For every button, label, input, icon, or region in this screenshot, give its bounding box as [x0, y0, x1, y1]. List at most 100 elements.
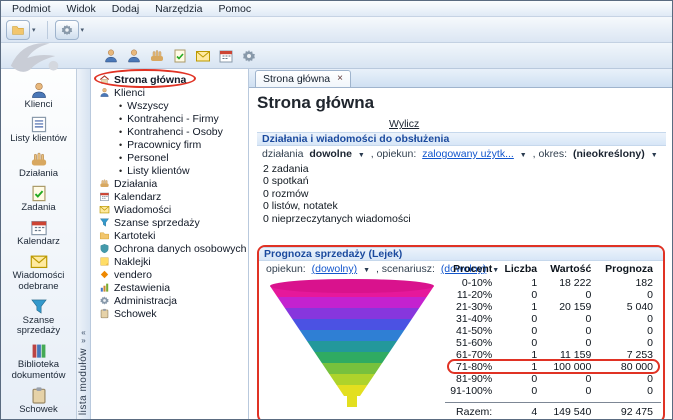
cell: 11 159 [559, 349, 592, 361]
module-label: Szanse sprzedaży [16, 314, 61, 336]
cell: 41-50% [456, 325, 493, 337]
forecast-table-container: Procent Liczba Wartość Prognoza 0-10% 1 18 22… [445, 261, 661, 419]
tree-item-label: Kontrahenci - Firmy [127, 112, 219, 125]
module-listy-klientow[interactable]: Listy klientów [1, 115, 76, 144]
toolbar-secondary [1, 43, 672, 69]
menu-item-dodaj[interactable]: Dodaj [104, 2, 147, 16]
chevron-down-icon[interactable]: ▾ [32, 26, 36, 34]
expand-panel-icon[interactable]: » [77, 337, 90, 345]
tree-item-strona-glowna[interactable]: Strona główna [91, 73, 248, 86]
activities-section-header: Działania i wiadomości do obsłużenia [257, 132, 666, 146]
total-wartosc: 149 540 [545, 402, 600, 419]
menu-item-podmiot[interactable]: Podmiot [4, 2, 59, 16]
menu-item-widok[interactable]: Widok [59, 2, 104, 16]
tree-item-listy-klientow[interactable]: • Listy klientów [91, 164, 248, 177]
total-row: Razem: 4 149 540 92 475 [445, 402, 661, 419]
calendar-icon [99, 191, 110, 202]
main-body: Klienci Listy klientów Działania Zadania Kal… [1, 69, 672, 419]
forecast-section-annotated: Prognoza sprzedaży (Lejek) opiekun: (dow… [257, 245, 665, 419]
tree-item-label: Kalendarz [114, 190, 162, 203]
settings-icon[interactable] [241, 48, 257, 64]
tree-item-szanse-sprzedazy[interactable]: Szanse sprzedaży [91, 216, 248, 229]
forecast-table-body: 0-10% 1 18 222 182 11-20% 0 0 0 21-30% 1 20 159 5 0… [445, 277, 661, 403]
new-activity-icon[interactable] [149, 48, 165, 64]
close-icon[interactable]: × [337, 74, 343, 84]
chevron-down-icon[interactable]: ▼ [520, 152, 527, 159]
module-dzialania[interactable]: Działania [1, 150, 76, 179]
activity-type-filter[interactable]: dowolne [309, 148, 352, 160]
chart-icon [99, 282, 110, 293]
new-task-icon[interactable] [172, 48, 188, 64]
chevron-down-icon[interactable]: ▼ [363, 267, 370, 274]
cell: 0 [531, 337, 538, 349]
module-zadania[interactable]: Zadania [1, 184, 76, 213]
module-szanse-sprzedazy[interactable]: Szanse sprzedaży [1, 297, 76, 337]
module-bar: Klienci Listy klientów Działania Zadania Kal… [1, 69, 77, 419]
calendar-icon[interactable] [218, 48, 234, 64]
module-schowek[interactable]: Schowek [1, 386, 76, 415]
tree-item-kontrahenci-osoby[interactable]: • Kontrahenci - Osoby [91, 125, 248, 138]
cell: 0 [647, 337, 653, 349]
tree-item-wiadomosci[interactable]: Wiadomości [91, 203, 248, 216]
clients-icon[interactable] [126, 48, 142, 64]
tab-strona-glowna[interactable]: Strona główna × [255, 70, 351, 87]
chevron-down-icon[interactable]: ▾ [81, 26, 85, 34]
cell: 0 [585, 337, 592, 349]
app-window: Podmiot Widok Dodaj Narzędzia Pomoc ▾ ▾ Klie… [0, 0, 673, 420]
caretaker-filter[interactable]: zalogowany użytk... [422, 148, 514, 160]
period-filter[interactable]: (nieokreślony) [573, 148, 645, 160]
tree-item-kalendarz[interactable]: Kalendarz [91, 190, 248, 203]
tree-item-kartoteki[interactable]: Kartoteki [91, 229, 248, 242]
menu-item-pomoc[interactable]: Pomoc [210, 2, 259, 16]
stat-line: 0 rozmów [263, 187, 309, 200]
add-client-icon[interactable] [103, 48, 119, 64]
cell: 5 040 [626, 301, 653, 313]
tree-item-label: Pracownicy firm [127, 138, 202, 151]
module-wiadomosci-odebrane[interactable]: Wiadomości odebrane [1, 252, 76, 292]
tree-item-label: Kontrahenci - Osoby [127, 125, 223, 138]
tab-label: Strona główna [263, 73, 331, 85]
tree-item-administracja[interactable]: Administracja [91, 294, 248, 307]
tree-item-zestawienia[interactable]: Zestawienia [91, 281, 248, 294]
menubar: Podmiot Widok Dodaj Narzędzia Pomoc [1, 1, 672, 17]
forecast-left-column: opiekun: (dowolny) ▼ , scenariusz: (dowo… [261, 261, 499, 419]
list-icon [28, 115, 50, 134]
tree-item-ochrona-danych-osobowych[interactable]: Ochrona danych osobowych [91, 242, 248, 255]
forecast-table-row: 0-10% 1 18 222 182 [445, 277, 661, 289]
tree-item-naklejki[interactable]: Naklejki [91, 255, 248, 268]
tree-item-klienci[interactable]: Klienci [91, 86, 248, 99]
cell: 0 [585, 289, 592, 301]
cell: 0 [531, 289, 538, 301]
tree-item-personel[interactable]: • Personel [91, 151, 248, 164]
module-list-vertical-label: lista modułów [78, 347, 89, 415]
bullet-icon: • [119, 139, 123, 150]
column-header-procent: Procent [453, 263, 493, 275]
task-icon [28, 184, 50, 203]
tree-item-vendero[interactable]: vendero [91, 268, 248, 281]
module-kalendarz[interactable]: Kalendarz [1, 218, 76, 247]
tree-item-schowek[interactable]: Schowek [91, 307, 248, 320]
cell: 0 [647, 385, 653, 397]
cell: 0 [647, 373, 653, 385]
tab-bar: Strona główna × [249, 69, 672, 88]
module-label: Kalendarz [17, 236, 60, 247]
stat-line: 0 spotkań [263, 175, 309, 188]
chevron-down-icon[interactable]: ▼ [651, 152, 658, 159]
module-klienci[interactable]: Klienci [1, 81, 76, 110]
cell: 1 [531, 349, 538, 361]
forecast-caretaker-filter[interactable]: (dowolny) [312, 263, 358, 275]
cell: 0 [585, 373, 592, 385]
wylicz-link[interactable]: Wylicz [389, 118, 419, 131]
navigation-tree-panel: Strona główna Klienci • Wszyscy • Kontrahenci… [91, 69, 249, 419]
tree: Strona główna Klienci • Wszyscy • Kontrahenci… [91, 73, 248, 320]
stat-line: 0 nieprzeczytanych wiadomości [263, 212, 411, 225]
tree-item-pracownicy-firm[interactable]: • Pracownicy firm [91, 138, 248, 151]
tree-item-kontrahenci-firmy[interactable]: • Kontrahenci - Firmy [91, 112, 248, 125]
tree-item-dzialania[interactable]: Działania [91, 177, 248, 190]
new-message-icon[interactable] [195, 48, 211, 64]
tree-item-wszyscy[interactable]: • Wszyscy [91, 99, 248, 112]
module-biblioteka-dokumentow[interactable]: Biblioteka dokumentów [1, 341, 76, 381]
diamond-icon [99, 269, 110, 280]
chevron-down-icon[interactable]: ▼ [358, 152, 365, 159]
menu-item-narzedzia[interactable]: Narzędzia [147, 2, 210, 16]
